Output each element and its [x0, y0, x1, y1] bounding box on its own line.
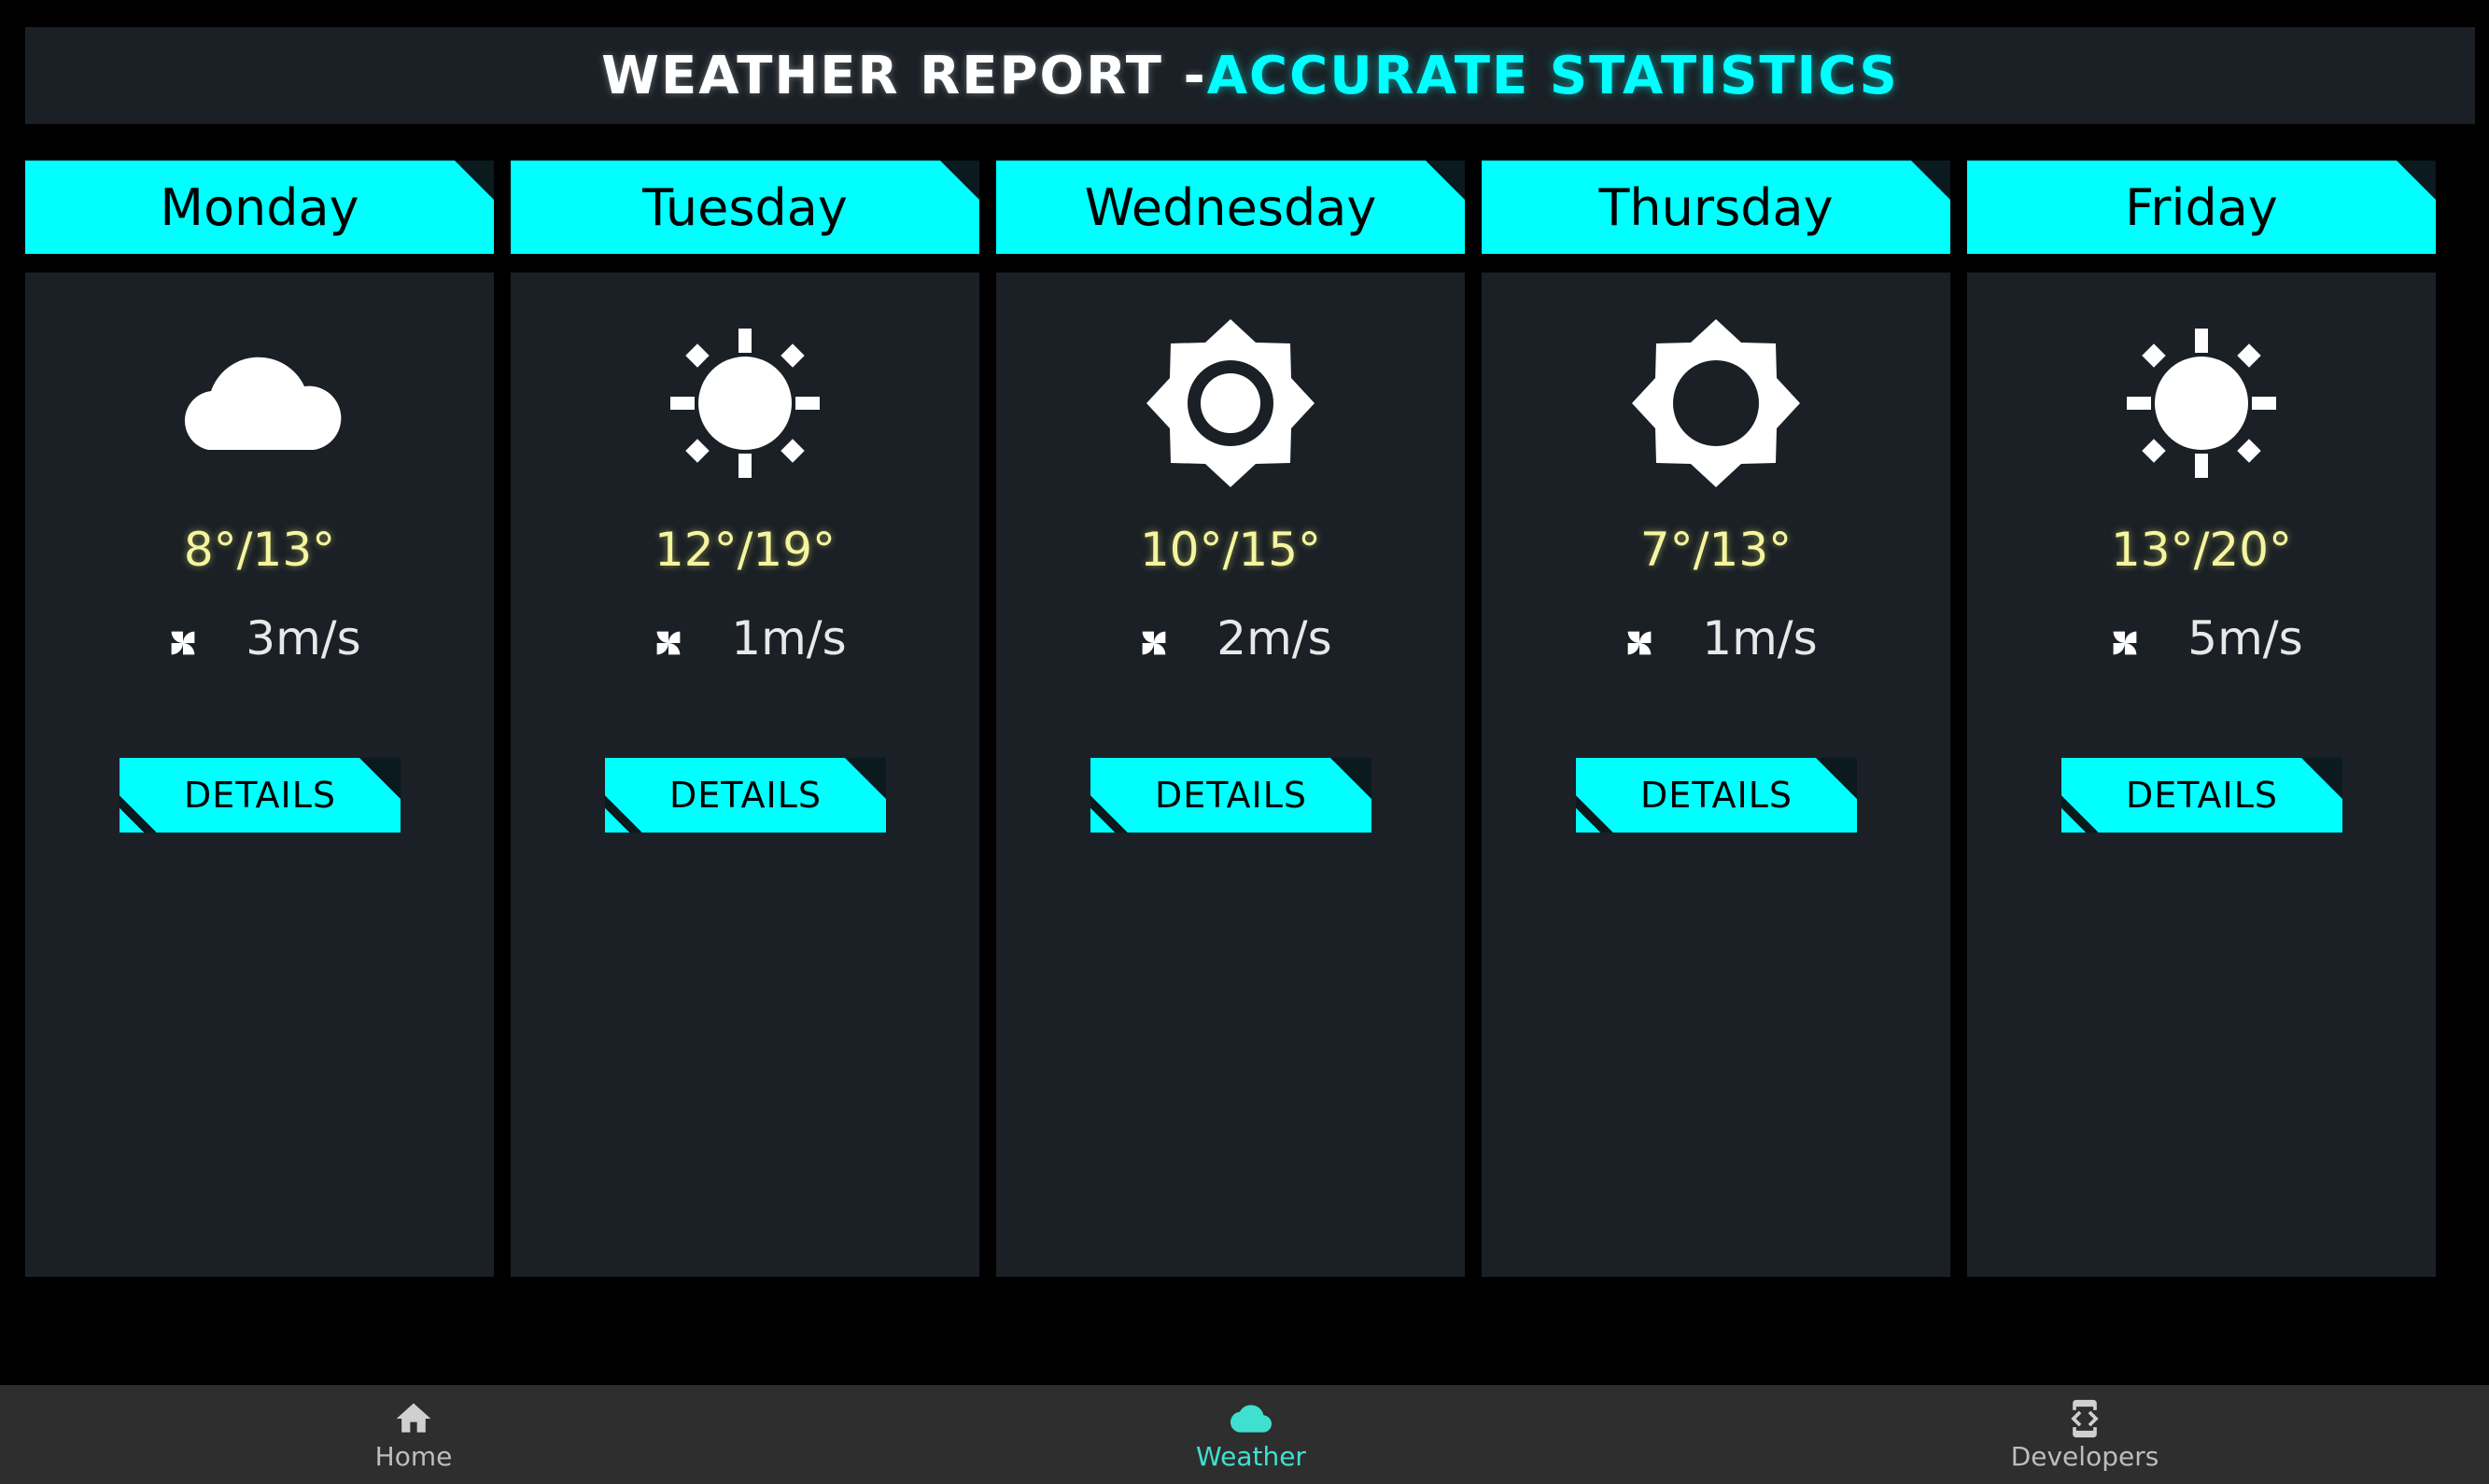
temperature-range: 13°/20° [2110, 523, 2293, 577]
day-column-wednesday: Wednesday 10°/15° 2m/s DETAILS [996, 161, 1465, 1277]
day-tab: Monday [25, 161, 494, 254]
details-button[interactable]: DETAILS [1576, 758, 1857, 833]
temperature-range: 10°/15° [1139, 523, 1322, 577]
details-button[interactable]: DETAILS [605, 758, 886, 833]
details-label: DETAILS [2125, 775, 2279, 816]
day-card: 10°/15° 2m/s DETAILS [996, 273, 1465, 1277]
wind-speed: 1m/s [1702, 611, 1818, 665]
home-icon [396, 1403, 431, 1433]
day-column-tuesday: Tuesday 12°/19° 1m/s DETAILS [511, 161, 979, 1277]
brightness-low-icon [1632, 319, 1800, 487]
wind-speed-row: 1m/s [511, 609, 979, 668]
brightness-high-icon [1146, 319, 1315, 487]
day-card: 13°/20° 5m/s DETAILS [1967, 273, 2436, 1277]
temperature-range: 8°/13° [183, 523, 336, 577]
wind-speed-row: 2m/s [996, 609, 1465, 668]
wind-speed-row: 1m/s [1482, 609, 1950, 668]
fan-icon [2113, 631, 2137, 655]
wind-speed: 3m/s [246, 611, 361, 665]
fan-icon [1627, 631, 1652, 655]
fan-icon [171, 631, 195, 655]
details-label: DETAILS [1639, 775, 1793, 816]
fan-icon [656, 631, 681, 655]
day-name: Wednesday [1084, 177, 1377, 237]
nav-item-developers[interactable]: Developers [1945, 1385, 2225, 1484]
temperature-range: 7°/13° [1639, 523, 1793, 577]
details-label: DETAILS [183, 775, 337, 816]
day-tab: Wednesday [996, 161, 1465, 254]
day-card: 8°/13° 3m/s DETAILS [25, 273, 494, 1277]
sun-icon [670, 329, 820, 478]
day-tab: Thursday [1482, 161, 1950, 254]
wind-speed: 5m/s [2187, 611, 2303, 665]
developer-mode-icon [2071, 1399, 2099, 1437]
nav-label: Weather [1196, 1440, 1306, 1472]
fan-icon [1142, 631, 1166, 655]
nav-label: Home [374, 1440, 453, 1472]
page-header: WEATHER REPORT - ACCURATE STATISTICS [25, 27, 2475, 124]
wind-speed-row: 3m/s [25, 609, 494, 668]
day-tab: Tuesday [511, 161, 979, 254]
sun-icon [2127, 329, 2276, 478]
details-button[interactable]: DETAILS [2061, 758, 2342, 833]
nav-label: Developers [2010, 1440, 2159, 1472]
bottom-navigation: Home Weather Developers [0, 1385, 2489, 1484]
wind-speed: 2m/s [1216, 611, 1332, 665]
weather-app: WEATHER REPORT - ACCURATE STATISTICS Mon… [0, 0, 2489, 1484]
day-name: Monday [160, 177, 359, 237]
day-column-friday: Friday 13°/20° 5m/s DETAILS [1967, 161, 2436, 1277]
details-label: DETAILS [668, 775, 823, 816]
day-card: 7°/13° 1m/s DETAILS [1482, 273, 1950, 1277]
cloud-icon [184, 357, 342, 450]
day-column-monday: Monday 8°/13° 3m/s DETAILS [25, 161, 494, 1277]
details-label: DETAILS [1154, 775, 1308, 816]
day-name: Thursday [1598, 177, 1834, 237]
nav-item-weather[interactable]: Weather [1111, 1385, 1391, 1484]
details-button[interactable]: DETAILS [1090, 758, 1371, 833]
day-name: Friday [2125, 177, 2278, 237]
nav-item-home[interactable]: Home [274, 1385, 554, 1484]
day-name: Tuesday [642, 177, 848, 237]
wind-speed-row: 5m/s [1967, 609, 2436, 668]
day-card: 12°/19° 1m/s DETAILS [511, 273, 979, 1277]
day-column-thursday: Thursday 7°/13° 1m/s DETAILS [1482, 161, 1950, 1277]
cloud-icon [1230, 1404, 1272, 1433]
header-title-accent: ACCURATE STATISTICS [1206, 45, 1899, 106]
wind-speed: 1m/s [731, 611, 847, 665]
header-title: WEATHER REPORT - [601, 45, 1207, 106]
day-tab: Friday [1967, 161, 2436, 254]
details-button[interactable]: DETAILS [120, 758, 401, 833]
temperature-range: 12°/19° [654, 523, 837, 577]
